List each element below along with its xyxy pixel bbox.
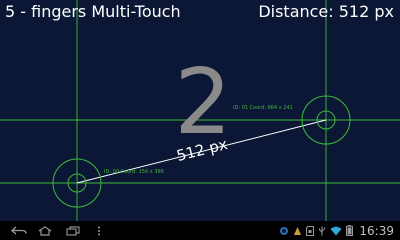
recent-apps-icon: [66, 225, 80, 236]
app-notification-icon: [279, 226, 289, 236]
wifi-icon: [330, 226, 342, 236]
usb-icon: [318, 226, 326, 236]
app-title: 5 - fingers Multi-Touch: [5, 2, 181, 21]
clock: 16:39: [359, 223, 394, 238]
distance-readout: Distance: 512 px: [258, 2, 394, 21]
menu-icon: [98, 226, 100, 235]
recent-apps-button[interactable]: [62, 221, 84, 240]
touch-0-coord-label: ID: 00 Coord: 156 x 366: [104, 169, 164, 175]
multitouch-app: 2 512 px ID: 00 Coord: 156 x 366 ID: 01 …: [0, 0, 400, 221]
touch-canvas[interactable]: 2 512 px ID: 00 Coord: 156 x 366 ID: 01 …: [0, 0, 400, 221]
system-navigation-bar: 16:39: [0, 221, 400, 240]
sd-card-icon: [306, 225, 315, 236]
notification-icon: [293, 226, 302, 236]
status-area[interactable]: 16:39: [275, 221, 396, 240]
home-icon: [38, 225, 52, 236]
home-button[interactable]: [34, 221, 56, 240]
device-screen: 2 512 px ID: 00 Coord: 156 x 366 ID: 01 …: [0, 0, 400, 240]
back-icon: [11, 226, 27, 234]
back-button[interactable]: [8, 221, 30, 240]
touch-1-coord-label: ID: 01 Coord: 664 x 241: [233, 105, 293, 111]
battery-icon: [346, 225, 354, 236]
menu-button[interactable]: [92, 221, 106, 240]
